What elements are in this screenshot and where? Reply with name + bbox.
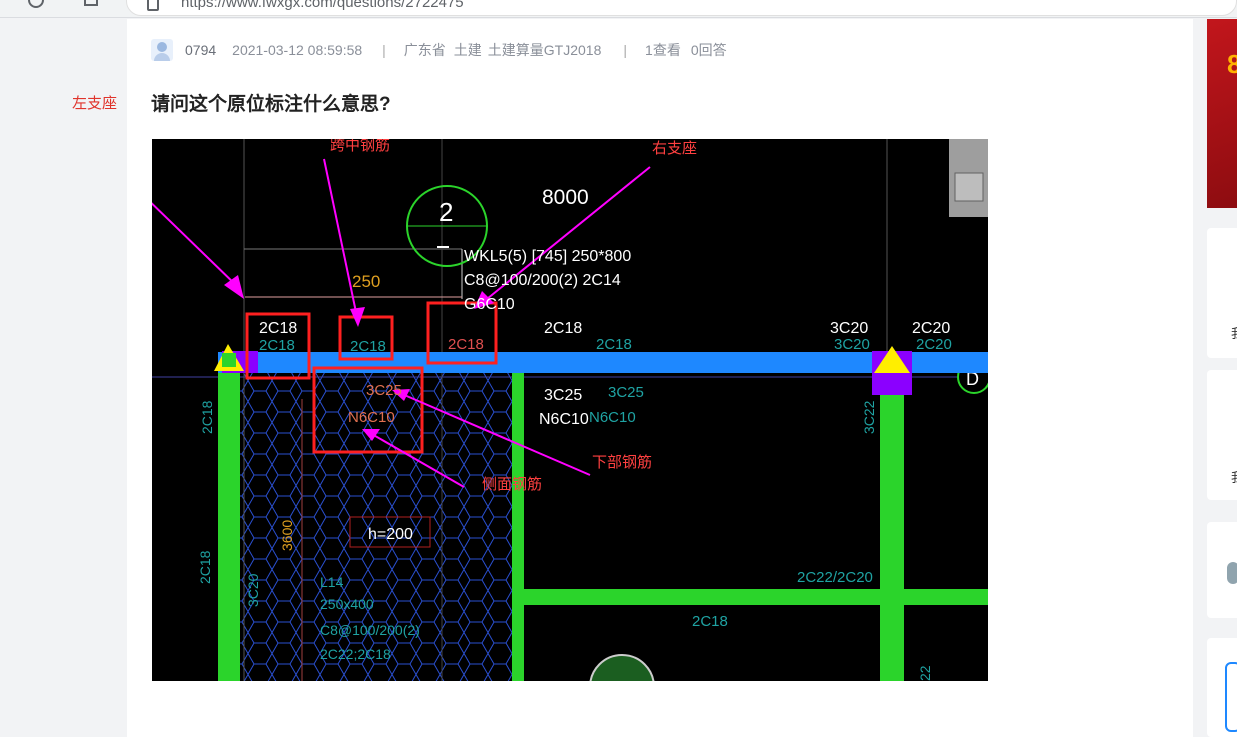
rebar-top-left-blue: 2C18 (259, 337, 295, 354)
side-card-text: 我 (1231, 467, 1237, 486)
rebar-mid-blue: 2C18 (350, 338, 386, 355)
slab-thickness: h=200 (368, 526, 413, 543)
rebar-side-orange: N6C10 (348, 409, 395, 426)
separator: | (623, 42, 628, 58)
beam-l14-stirrup: C8@100/200(2) (320, 622, 420, 638)
question-title: 请问这个原位标注什么意思? (151, 94, 391, 115)
region: 广东省 (403, 42, 446, 58)
post-time: 2021-03-12 08:59:58 (232, 42, 363, 58)
beam-l14: L14 (320, 574, 344, 590)
column-rebar-right: 3C22 (861, 400, 877, 434)
ad-banner[interactable]: 8 (1207, 19, 1237, 208)
url-text[interactable]: https://www.fwxgx.com/questions/2722475 (181, 0, 464, 11)
separator: | (382, 42, 386, 58)
dim-3c20: 3C20 (245, 573, 261, 607)
dim-3600: 3600 (279, 520, 295, 551)
browser-toolbar: https://www.fwxgx.com/questions/2722475 (0, 0, 1237, 18)
rebar-2c20: 2C20 (912, 320, 950, 337)
side-card[interactable]: 我 (1207, 228, 1237, 358)
view-count: 1查看 (645, 42, 681, 58)
answer-count: 0回答 (690, 42, 727, 58)
beam-label: WKL5(5) [745] 250*800 (464, 248, 631, 265)
column-rebar-right-low: 22 (917, 665, 933, 681)
side-card[interactable]: 我 (1207, 370, 1237, 500)
rebar-3c20: 3C20 (830, 320, 868, 337)
side-card[interactable] (1207, 638, 1237, 737)
beam-l14-size: 250x400 (320, 596, 374, 612)
apps-icon[interactable] (84, 0, 98, 6)
rebar-side-blue: N6C10 (589, 409, 636, 426)
tag[interactable]: 土建 (454, 40, 482, 60)
page-icon (147, 0, 159, 11)
dim-250: 250 (352, 272, 380, 291)
span-length: 8000 (542, 186, 589, 209)
beam-rebar-right: 2C22/2C20 (797, 569, 873, 586)
side-card-text: 我 (1231, 323, 1237, 342)
username[interactable]: 0794 (185, 42, 216, 58)
axis-number: 2 (439, 197, 453, 227)
annotation-mid-span: 跨中钢筋 (330, 139, 390, 154)
rebar-3c20-blue: 3C20 (834, 336, 870, 353)
side-card[interactable] (1207, 522, 1237, 618)
rebar-mid-red: 2C18 (448, 336, 484, 353)
phone-icon (1225, 662, 1237, 732)
banner-graphic: 8 (1227, 49, 1237, 79)
rebar-bottom: 3C25 (544, 387, 582, 404)
beam-rebar-bottom: 2C18 (692, 613, 728, 630)
cad-drawing-image[interactable]: 2 D 8000 WKL5(5) [745] 250*800 C8@100/20… (152, 139, 988, 681)
info-icon[interactable] (28, 0, 44, 8)
side-bar-label: G6C10 (464, 296, 515, 313)
rebar-top-2c18-blue: 2C18 (596, 336, 632, 353)
rebar-2c20-blue: 2C20 (916, 336, 952, 353)
address-bar[interactable]: https://www.fwxgx.com/questions/2722475 (126, 0, 1237, 16)
question-meta: 0794 2021-03-12 08:59:58 | 广东省 土建 土建算量GT… (151, 39, 727, 61)
rebar-top-left: 2C18 (259, 320, 297, 337)
rebar-top-2c18: 2C18 (544, 320, 582, 337)
rebar-bottom-orange: 3C25 (366, 382, 402, 399)
annotation-side-rebar: 侧面钢筋 (482, 476, 542, 493)
stirrup-label: C8@100/200(2) 2C14 (464, 272, 621, 289)
annotation-bottom-rebar: 下部钢筋 (592, 454, 652, 471)
app-icon (1227, 562, 1237, 584)
beam-l14-bars: 2C22;2C18 (320, 646, 391, 662)
column-rebar: 2C18 (199, 400, 215, 434)
rebar-side: N6C10 (539, 411, 589, 428)
rebar-bottom-blue: 3C25 (608, 384, 644, 401)
tag[interactable]: 土建算量GTJ2018 (488, 40, 602, 60)
column-rebar-low: 2C18 (197, 550, 213, 584)
avatar[interactable] (151, 39, 173, 61)
annotation-right-support: 右支座 (652, 140, 697, 157)
annotation-left-support: 左支座 (72, 95, 118, 112)
